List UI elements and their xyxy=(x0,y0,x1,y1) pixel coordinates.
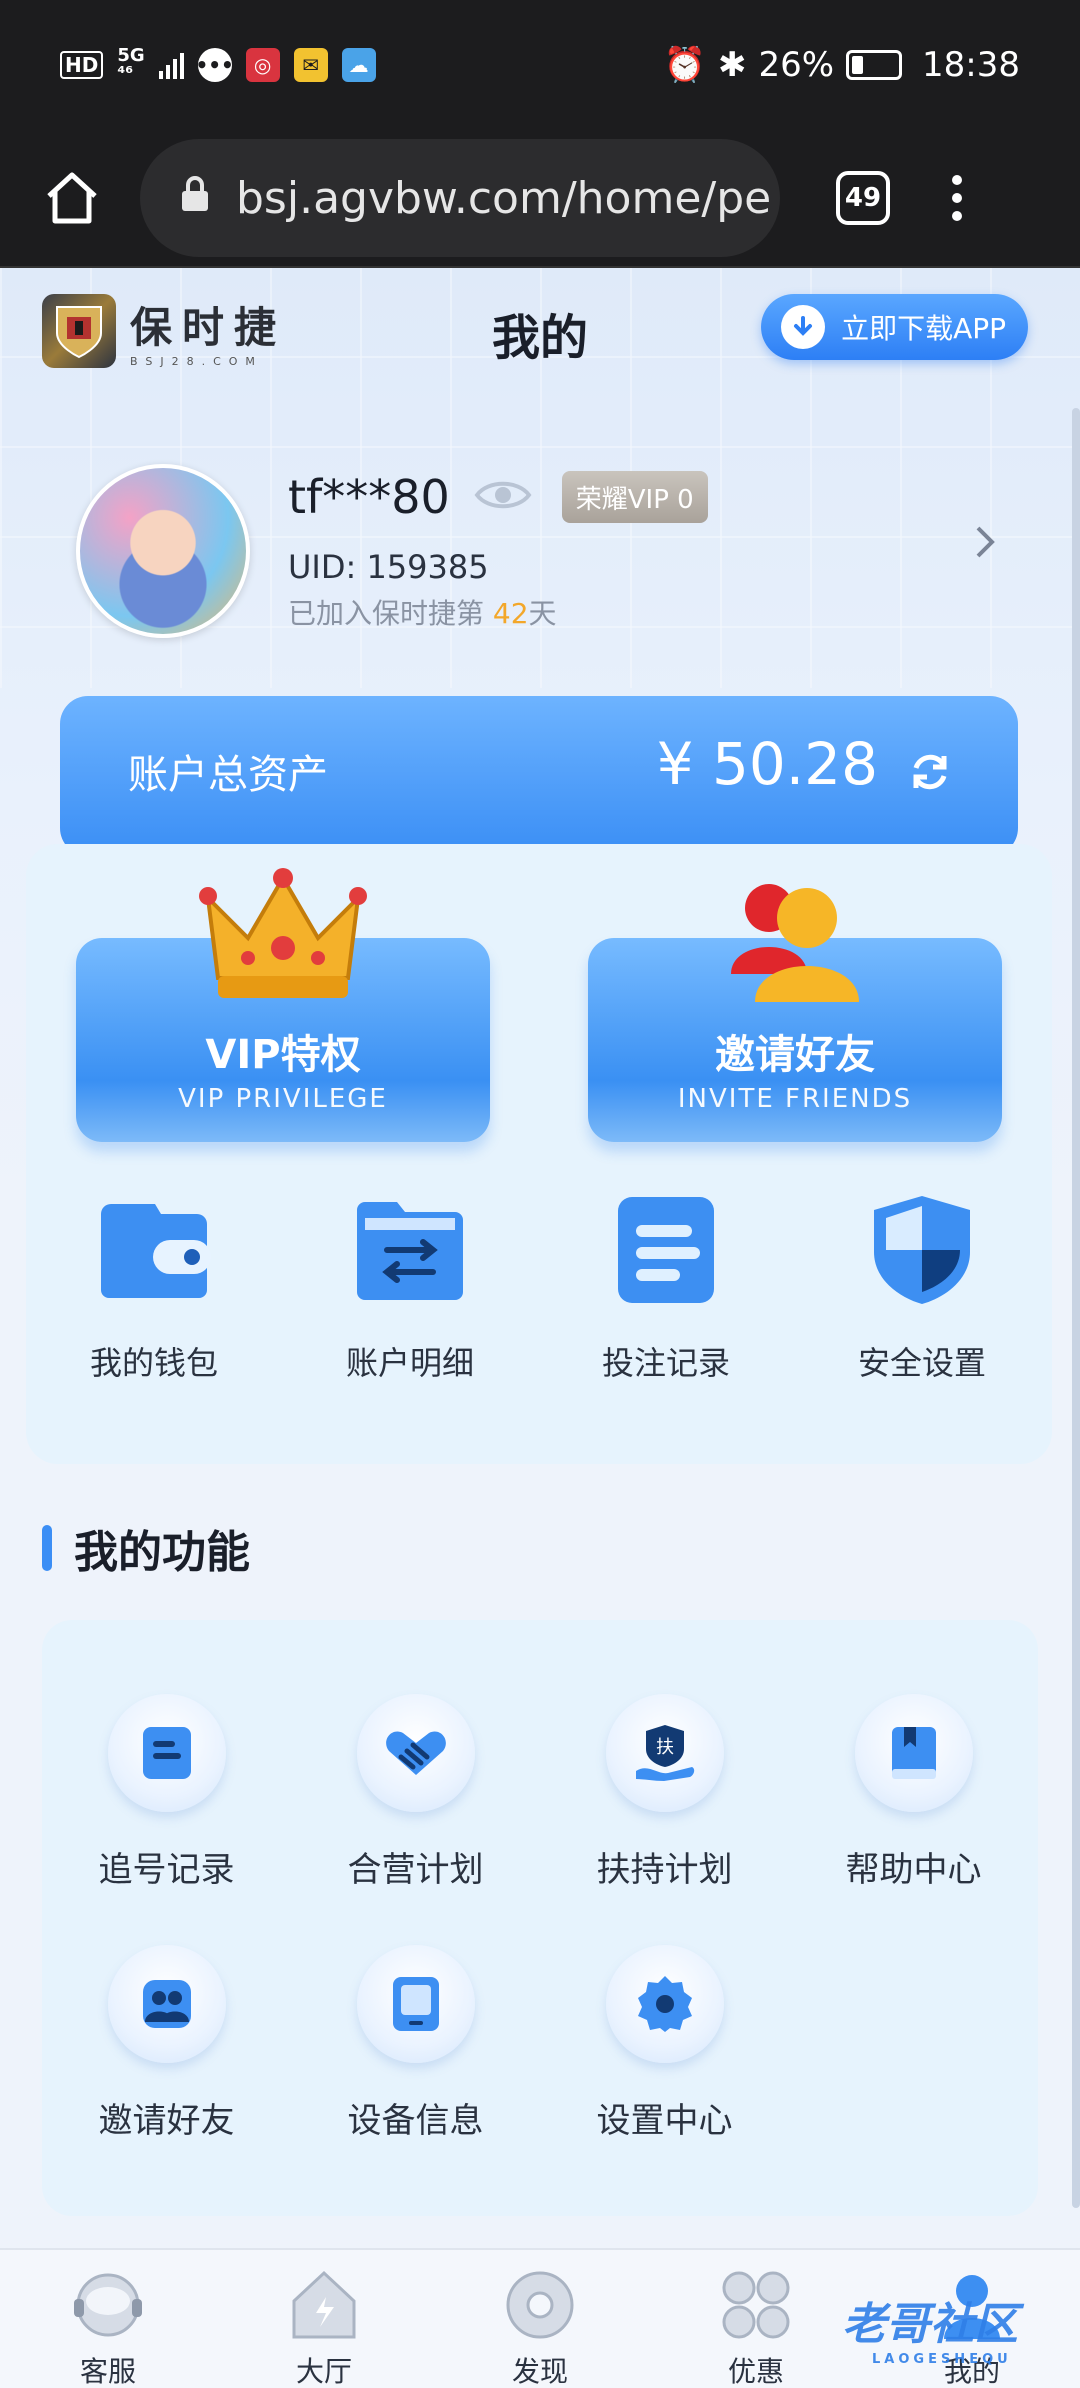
mail-icon: ✉ xyxy=(293,48,328,82)
friends-icon xyxy=(725,874,865,1012)
network-label: 5G ⁴⁶ xyxy=(117,45,145,84)
clover-icon xyxy=(648,2262,864,2348)
device-info-label: 设备信息 xyxy=(347,2101,484,2141)
account-detail-label: 账户明细 xyxy=(345,1344,474,1382)
disc-icon xyxy=(432,2262,648,2348)
wallet-icon xyxy=(26,1194,282,1306)
battery-percent: 26% xyxy=(758,45,835,85)
quick-actions: 我的钱包 账户明细 投注记录 安全设置 xyxy=(26,1194,1052,1384)
clock: 18:38 xyxy=(922,45,1020,85)
settings-center-button[interactable]: 设置中心 xyxy=(540,1945,789,2142)
download-app-button[interactable]: 立即下载APP xyxy=(761,294,1028,360)
address-bar[interactable]: bsj.agvbw.com/home/pe xyxy=(140,139,780,257)
vip-badge: 荣耀VIP 0 xyxy=(561,471,708,523)
more-menu-icon[interactable] xyxy=(952,175,962,221)
status-bar: HD 5G ⁴⁶ ••• ◎ ✉ ☁ ⏰ ✱ 26% 18:38 xyxy=(0,0,1080,130)
crown-icon xyxy=(198,868,368,1012)
download-label: 立即下载APP xyxy=(841,312,1006,345)
alarm-icon: ⏰ xyxy=(663,45,706,85)
bet-record-label: 投注记录 xyxy=(601,1344,730,1382)
tab-count-button[interactable]: 49 xyxy=(836,171,890,225)
support-plan-label: 扶持计划 xyxy=(596,1850,733,1890)
invite-friends-card[interactable]: 邀请好友 INVITE FRIENDS xyxy=(588,884,1002,1142)
browser-toolbar: bsj.agvbw.com/home/pe 49 xyxy=(0,130,1080,268)
join-days: 已加入保时捷第 42天 xyxy=(288,597,557,630)
folder-transfer-icon xyxy=(282,1194,538,1306)
assets-value: ¥ 50.28 xyxy=(656,730,878,798)
support-plan-button[interactable]: 扶 扶持计划 xyxy=(540,1694,789,1891)
app-header: 保时捷 BSJ28.COM 我的 立即下载APP xyxy=(0,268,1080,388)
handshake-icon xyxy=(356,1694,475,1812)
nav-lobby[interactable]: 大厅 xyxy=(216,2250,432,2388)
chase-record-label: 追号记录 xyxy=(98,1850,235,1890)
nav-discover[interactable]: 发现 xyxy=(432,2250,648,2388)
user-id: UID: 159385 xyxy=(288,548,489,586)
book-icon xyxy=(854,1694,973,1812)
home-icon xyxy=(216,2262,432,2348)
nav-discover-label: 发现 xyxy=(511,2355,568,2388)
joint-plan-label: 合营计划 xyxy=(347,1850,484,1890)
section-title-text: 我的功能 xyxy=(74,1527,250,1578)
nav-service[interactable]: 客服 xyxy=(0,2250,216,2388)
gear-icon xyxy=(605,1945,724,2063)
cloud-icon: ☁ xyxy=(341,48,376,82)
section-title: 我的功能 xyxy=(42,1516,250,1580)
note-icon xyxy=(107,1694,226,1812)
settings-center-label: 设置中心 xyxy=(596,2101,733,2141)
invite-card-subtitle: INVITE FRIENDS xyxy=(677,1084,913,1114)
eye-icon[interactable] xyxy=(474,477,532,517)
quick-panel: VIP特权 VIP PRIVILEGE 邀请好友 INVITE FRIENDS … xyxy=(26,844,1052,1464)
chevron-right-icon[interactable] xyxy=(974,524,996,564)
hd-icon: HD xyxy=(60,51,104,79)
functions-panel: 追号记录 合营计划 扶 扶持计划 帮助中心 邀请好友 设备信息 设置中心 xyxy=(42,1620,1038,2216)
nav-promotions[interactable]: 优惠 xyxy=(648,2250,864,2388)
security-settings-label: 安全设置 xyxy=(857,1344,986,1382)
joint-plan-button[interactable]: 合营计划 xyxy=(291,1694,540,1891)
profile-section[interactable]: tf***80 荣耀VIP 0 UID: 159385 已加入保时捷第 42天 xyxy=(76,464,1036,644)
nav-service-label: 客服 xyxy=(79,2355,136,2388)
device-info-button[interactable]: 设备信息 xyxy=(291,1945,540,2142)
download-icon xyxy=(781,305,826,349)
help-center-label: 帮助中心 xyxy=(845,1850,982,1890)
bluetooth-icon: ✱ xyxy=(717,45,747,85)
nav-lobby-label: 大厅 xyxy=(295,2355,352,2388)
avatar[interactable] xyxy=(76,464,250,638)
app-icon: ◎ xyxy=(245,48,280,82)
shield-icon xyxy=(794,1194,1050,1306)
support-icon: 扶 xyxy=(605,1694,724,1812)
users-icon xyxy=(107,1945,226,2063)
svg-text:扶: 扶 xyxy=(656,1737,674,1758)
wallet-button[interactable]: 我的钱包 xyxy=(26,1194,282,1384)
assets-label: 账户总资产 xyxy=(128,752,328,798)
battery-icon xyxy=(846,50,903,80)
record-icon xyxy=(538,1194,794,1306)
tablet-icon xyxy=(356,1945,475,2063)
account-detail-button[interactable]: 账户明细 xyxy=(282,1194,538,1384)
vip-privilege-card[interactable]: VIP特权 VIP PRIVILEGE xyxy=(76,868,490,1142)
home-icon[interactable] xyxy=(40,166,104,230)
vip-card-subtitle: VIP PRIVILEGE xyxy=(178,1084,388,1114)
bet-record-button[interactable]: 投注记录 xyxy=(538,1194,794,1384)
signal-icon xyxy=(158,51,184,79)
help-center-button[interactable]: 帮助中心 xyxy=(789,1694,1038,1891)
invite-friends-label: 邀请好友 xyxy=(98,2101,235,2141)
vip-card-title: VIP特权 xyxy=(205,1032,361,1078)
username: tf***80 xyxy=(288,470,450,524)
invite-friends-button[interactable]: 邀请好友 xyxy=(42,1945,291,2142)
nav-promotions-label: 优惠 xyxy=(727,2355,784,2388)
chase-record-button[interactable]: 追号记录 xyxy=(42,1694,291,1891)
lock-icon xyxy=(180,173,210,224)
url-text: bsj.agvbw.com/home/pe xyxy=(236,172,772,224)
section-bar xyxy=(42,1525,52,1571)
page-content: 保时捷 BSJ28.COM 我的 立即下载APP tf***80 荣耀VIP 0… xyxy=(0,268,1080,2388)
scrollbar[interactable] xyxy=(1072,408,1080,2208)
security-settings-button[interactable]: 安全设置 xyxy=(794,1194,1050,1384)
wallet-label: 我的钱包 xyxy=(89,1344,218,1382)
total-assets-card: 账户总资产 ¥ 50.28 xyxy=(60,696,1018,856)
watermark-logo: 老哥社区 LAOGESHEQU xyxy=(842,2299,1018,2367)
message-icon: ••• xyxy=(195,48,234,82)
headset-icon xyxy=(0,2262,216,2348)
refresh-icon[interactable] xyxy=(906,748,954,800)
invite-card-title: 邀请好友 xyxy=(715,1032,875,1078)
